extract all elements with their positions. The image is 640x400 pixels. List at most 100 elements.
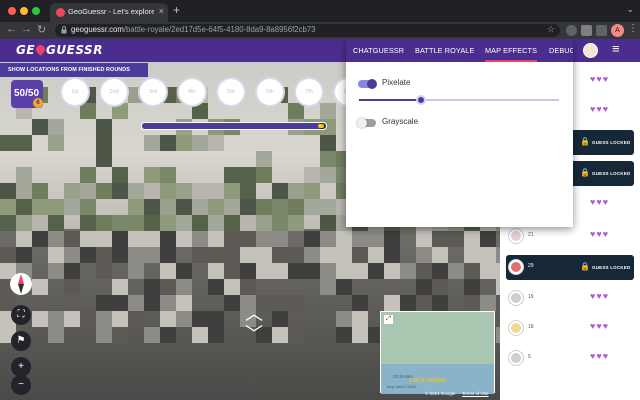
- scenery-pixel: [80, 215, 96, 231]
- geoguessr-logo[interactable]: GE GUESSR: [16, 43, 103, 57]
- round-timer-bar: [141, 122, 327, 130]
- player-avatar: [509, 291, 523, 305]
- scenery-pixel: [192, 327, 208, 343]
- scenery-pixel: [176, 263, 192, 279]
- close-window-button[interactable]: [8, 7, 16, 15]
- scenery-pixel: [288, 199, 304, 215]
- player-score: 21: [528, 232, 534, 238]
- scenery-pixel: [0, 135, 16, 151]
- scenery-pixel: [480, 295, 496, 311]
- scenery-pixel: [48, 263, 64, 279]
- move-back-chevron-icon[interactable]: ︿: [228, 322, 280, 342]
- terms-of-use-link[interactable]: Terms of Use: [462, 391, 489, 396]
- new-tab-button[interactable]: +: [173, 3, 180, 17]
- back-arrow-icon[interactable]: ←: [6, 23, 17, 35]
- fullscreen-button[interactable]: ⛶: [11, 305, 31, 325]
- extension-icon[interactable]: [566, 25, 577, 36]
- scenery-pixel: [432, 231, 448, 247]
- player-lives-hearts-icon: ♥♥♥: [590, 291, 610, 301]
- reload-icon[interactable]: ↻: [37, 23, 46, 36]
- scenery-pixel: [320, 151, 336, 167]
- scenery-pixel: [80, 231, 96, 247]
- maximize-window-button[interactable]: [32, 7, 40, 15]
- flag-button[interactable]: ⚑: [11, 331, 31, 351]
- scenery-pixel: [80, 103, 96, 119]
- minimap-expand-icon[interactable]: ⤢: [384, 315, 393, 324]
- scenery-pixel: [176, 135, 192, 151]
- scenery-pixel: [192, 199, 208, 215]
- scenery-pixel: [320, 167, 336, 183]
- scenery-pixel: [208, 135, 224, 151]
- scenery-pixel: [96, 247, 112, 263]
- tab-chatguessr[interactable]: CHATGUESSR: [353, 46, 404, 55]
- tab-close-icon[interactable]: ×: [159, 6, 164, 16]
- tab-debug[interactable]: DEBUG: [549, 46, 573, 55]
- scenery-pixel: [208, 247, 224, 263]
- scenery-pixel: [144, 247, 160, 263]
- player-score: 29: [528, 263, 534, 269]
- compass-north-needle: [18, 274, 24, 284]
- grayscale-label: Grayscale: [382, 117, 419, 126]
- profile-avatar[interactable]: A: [611, 24, 624, 37]
- scenery-pixel: [0, 199, 16, 215]
- scenery-pixel: [432, 263, 448, 279]
- geoguessr-favicon-icon: [56, 8, 65, 17]
- scenery-pixel: [64, 199, 80, 215]
- player-lives-hearts-icon: ♥♥♥: [590, 321, 610, 331]
- puzzle-extensions-icon[interactable]: [581, 25, 592, 36]
- round-indicator: 2nd: [99, 77, 129, 107]
- address-bar[interactable]: geoguessr.com/battle-royale/2ed17d5e-64f…: [55, 24, 560, 37]
- scenery-pixel: [160, 215, 176, 231]
- scenery-pixel: [464, 279, 480, 295]
- reading-list-icon[interactable]: [596, 25, 607, 36]
- player-row: 21 ♥♥♥: [506, 224, 634, 249]
- scenery-pixel: [288, 327, 304, 343]
- scenery-pixel: [256, 167, 272, 183]
- forward-arrow-icon[interactable]: →: [21, 23, 32, 35]
- grayscale-toggle[interactable]: [357, 118, 376, 128]
- show-locations-button[interactable]: SHOW LOCATIONS FROM FINISHED ROUNDS: [0, 63, 148, 77]
- player-row: 19 ♥♥♥: [506, 286, 634, 311]
- scenery-pixel: [208, 199, 224, 215]
- hamburger-menu-icon[interactable]: ≡: [612, 41, 620, 56]
- scenery-pixel: [368, 231, 384, 247]
- scenery-pixel: [304, 263, 320, 279]
- tab-search-chevron-icon[interactable]: ⌄: [626, 4, 634, 15]
- lock-guess-button[interactable]: LOCK GUESS: [410, 378, 446, 384]
- logo-pin-icon: [34, 43, 47, 56]
- tab-map-effects[interactable]: MAP EFFECTS: [485, 46, 538, 62]
- scenery-pixel: [400, 295, 416, 311]
- move-forward-arrows[interactable]: ︿ ︿: [228, 305, 280, 342]
- lives-badge: 6: [33, 98, 43, 108]
- minimize-window-button[interactable]: [20, 7, 28, 15]
- bookmark-star-icon[interactable]: ☆: [547, 24, 555, 35]
- pixelate-amount-slider[interactable]: [359, 95, 559, 105]
- scenery-pixel: [144, 199, 160, 215]
- scenery-pixel: [224, 199, 240, 215]
- scenery-pixel: [352, 231, 368, 247]
- player-lives-hearts-icon: ♥♥♥: [590, 229, 610, 239]
- scenery-pixel: [240, 167, 256, 183]
- scenery-pixel: [64, 279, 80, 295]
- round-timer-fill: [142, 123, 321, 129]
- scenery-pixel: [288, 183, 304, 199]
- pixelate-slider-thumb[interactable]: [416, 95, 426, 105]
- guess-locked-icon: 🔒: [580, 137, 590, 146]
- tab-battle-royale[interactable]: BATTLE ROYALE: [415, 46, 474, 55]
- scenery-pixel: [192, 215, 208, 231]
- move-forward-chevron-icon[interactable]: ︿: [228, 305, 280, 323]
- browser-tab[interactable]: GeoGuessr - Let's explore the ×: [50, 3, 168, 22]
- pixelate-toggle[interactable]: [358, 79, 377, 89]
- browser-menu-icon[interactable]: ⋮: [628, 23, 638, 34]
- scenery-pixel: [336, 263, 352, 279]
- scenery-pixel: [112, 311, 128, 327]
- compass[interactable]: [10, 273, 32, 295]
- user-avatar[interactable]: [583, 43, 598, 58]
- scenery-pixel: [464, 247, 480, 263]
- scenery-pixel: [128, 199, 144, 215]
- zoom-out-button[interactable]: −: [11, 375, 31, 395]
- zoom-in-button[interactable]: +: [11, 357, 31, 377]
- scenery-pixel: [208, 279, 224, 295]
- player-score: 18: [528, 324, 534, 330]
- scenery-pixel: [96, 263, 112, 279]
